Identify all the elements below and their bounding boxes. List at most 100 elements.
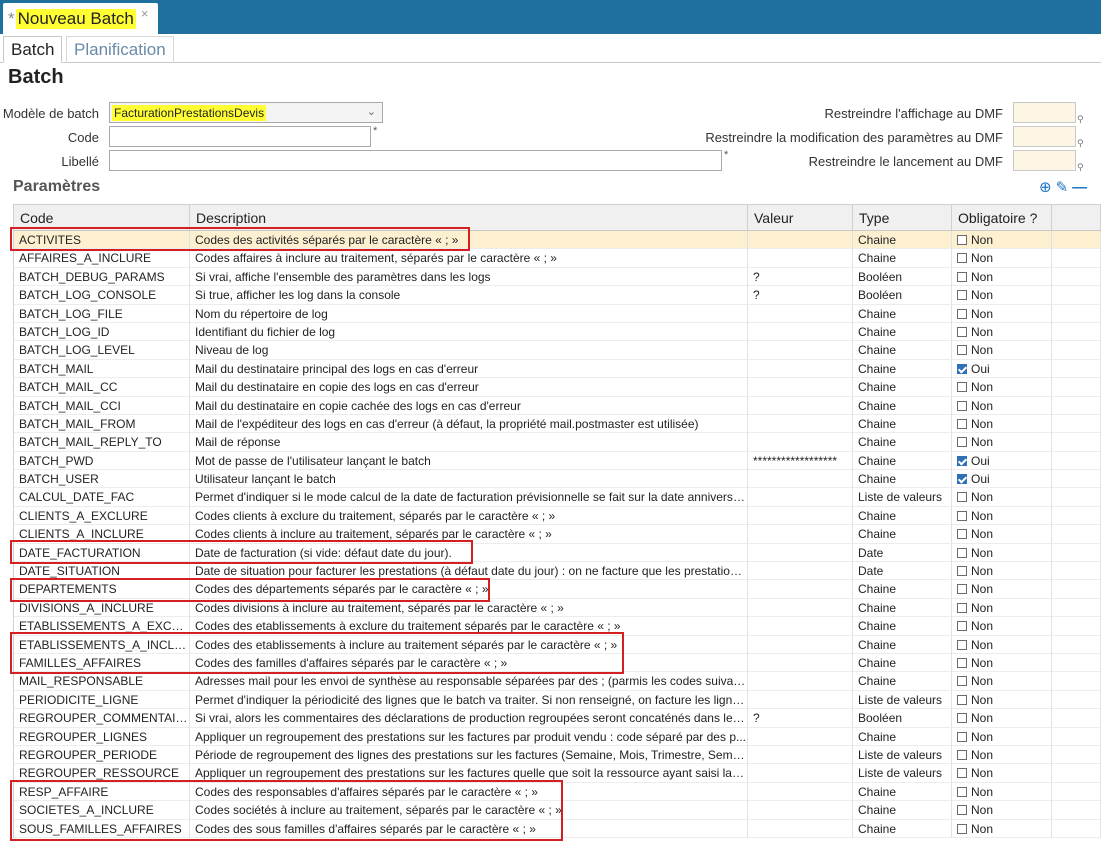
obligatoire-checkbox[interactable] <box>957 418 967 429</box>
table-row[interactable]: BATCH_DEBUG_PARAMS Si vrai, affiche l'ens… <box>14 267 1101 287</box>
row-value[interactable]: ? <box>748 709 853 728</box>
row-value[interactable]: ? <box>748 267 853 286</box>
obligatoire-checkbox[interactable] <box>957 749 967 760</box>
row-value[interactable] <box>748 359 853 378</box>
obligatoire-checkbox[interactable] <box>957 823 967 834</box>
row-value[interactable] <box>748 801 853 820</box>
table-row[interactable]: CLIENTS_A_EXCLURE Codes clients à exclure… <box>14 506 1101 526</box>
libelle-input[interactable] <box>109 150 722 171</box>
row-value[interactable] <box>748 653 853 672</box>
obligatoire-checkbox[interactable] <box>957 694 967 705</box>
row-value[interactable] <box>748 598 853 617</box>
obligatoire-checkbox[interactable] <box>957 529 967 540</box>
obligatoire-checkbox[interactable] <box>957 713 967 724</box>
row-value[interactable] <box>748 322 853 341</box>
row-value[interactable] <box>748 249 853 268</box>
row-value[interactable] <box>748 819 853 838</box>
dmf-modification-input[interactable] <box>1013 126 1076 147</box>
row-value[interactable] <box>748 396 853 415</box>
table-row[interactable]: BATCH_USER Utilisateur lançant le batch Ch… <box>14 470 1101 489</box>
row-value[interactable] <box>748 488 853 507</box>
col-header-type[interactable]: Type <box>853 205 952 230</box>
row-value[interactable]: ? <box>748 286 853 305</box>
table-row[interactable]: BATCH_MAIL_FROM Mail de l'expéditeur des … <box>14 414 1101 434</box>
plus-circle-icon[interactable]: ⊕ <box>1039 179 1052 196</box>
row-value[interactable] <box>748 764 853 783</box>
row-value[interactable] <box>748 414 853 433</box>
obligatoire-checkbox[interactable] <box>957 566 967 577</box>
obligatoire-checkbox[interactable] <box>957 290 967 301</box>
obligatoire-checkbox[interactable] <box>957 657 967 668</box>
table-row[interactable]: BATCH_LOG_LEVEL Niveau de log Chaine Non <box>14 341 1101 360</box>
obligatoire-checkbox[interactable] <box>957 474 967 485</box>
table-row[interactable]: BATCH_LOG_CONSOLE Si true, afficher les l… <box>14 286 1101 305</box>
table-row[interactable]: BATCH_MAIL_REPLY_TO Mail de réponse Chaine… <box>14 433 1101 452</box>
table-row[interactable]: PERIODICITE_LIGNE Permet d'indiquer la pé… <box>14 690 1101 710</box>
row-value[interactable] <box>748 782 853 801</box>
obligatoire-checkbox[interactable] <box>957 768 967 779</box>
obligatoire-checkbox[interactable] <box>957 326 967 337</box>
obligatoire-checkbox[interactable] <box>957 455 967 466</box>
row-value[interactable] <box>748 727 853 746</box>
obligatoire-checkbox[interactable] <box>957 547 967 558</box>
row-value[interactable] <box>748 617 853 636</box>
tab-batch[interactable]: Batch <box>3 36 63 63</box>
obligatoire-checkbox[interactable] <box>957 308 967 319</box>
row-value[interactable] <box>748 304 853 323</box>
pencil-icon[interactable]: ✎ <box>1056 179 1069 196</box>
row-value[interactable] <box>748 433 853 452</box>
table-row[interactable]: BATCH_MAIL_CC Mail du destinataire en cop… <box>14 378 1101 397</box>
table-row[interactable]: BATCH_LOG_ID Identifiant du fichier de lo… <box>14 322 1101 342</box>
code-input[interactable] <box>109 126 371 147</box>
modele-select[interactable]: FacturationPrestationsDevis ⌄ <box>109 102 383 123</box>
col-header-valeur[interactable]: Valeur <box>748 205 853 230</box>
small-dot-icon[interactable]: ⚲ <box>1077 114 1084 125</box>
row-value[interactable] <box>748 231 853 249</box>
table-row[interactable]: BATCH_MAIL_CCI Mail du destinataire en co… <box>14 396 1101 415</box>
obligatoire-checkbox[interactable] <box>957 253 967 264</box>
table-row[interactable]: REGROUPER_PERIODE Période de regroupement… <box>14 745 1101 765</box>
tab-planification[interactable]: Planification <box>66 36 174 63</box>
dmf-affichage-input[interactable] <box>1013 102 1076 123</box>
obligatoire-checkbox[interactable] <box>957 602 967 613</box>
obligatoire-checkbox[interactable] <box>957 345 967 356</box>
document-tab-nouveau-batch[interactable]: * Nouveau Batch × <box>3 3 159 34</box>
row-value[interactable] <box>748 543 853 562</box>
obligatoire-checkbox[interactable] <box>957 382 967 393</box>
table-row[interactable]: CALCUL_DATE_FAC Permet d'indiquer si le m… <box>14 488 1101 507</box>
obligatoire-checkbox[interactable] <box>957 437 967 448</box>
obligatoire-checkbox[interactable] <box>957 492 967 503</box>
row-value[interactable] <box>748 562 853 581</box>
small-dot-icon[interactable]: ⚲ <box>1077 162 1084 173</box>
obligatoire-checkbox[interactable] <box>957 621 967 632</box>
obligatoire-checkbox[interactable] <box>957 786 967 797</box>
obligatoire-checkbox[interactable] <box>957 363 967 374</box>
col-header-obligatoire[interactable]: Obligatoire ? <box>952 205 1052 230</box>
obligatoire-checkbox[interactable] <box>957 510 967 521</box>
row-value[interactable] <box>748 341 853 360</box>
obligatoire-checkbox[interactable] <box>957 235 967 245</box>
obligatoire-checkbox[interactable] <box>957 731 967 742</box>
row-value[interactable] <box>748 470 853 489</box>
row-value[interactable] <box>748 672 853 691</box>
row-value[interactable]: ****************** <box>748 451 853 470</box>
row-value[interactable] <box>748 690 853 709</box>
obligatoire-checkbox[interactable] <box>957 400 967 411</box>
table-row[interactable]: REGROUPER_COMMENTAIRE Si vrai, alors les … <box>14 709 1101 728</box>
table-row[interactable]: BATCH_LOG_FILE Nom du répertoire de log Ch… <box>14 304 1101 323</box>
row-value[interactable] <box>748 378 853 397</box>
obligatoire-checkbox[interactable] <box>957 639 967 650</box>
table-row[interactable]: BATCH_PWD Mot de passe de l'utilisateur l… <box>14 451 1101 471</box>
row-value[interactable] <box>748 635 853 654</box>
row-value[interactable] <box>748 525 853 544</box>
minus-icon[interactable]: — <box>1072 179 1087 196</box>
table-row[interactable]: MAIL_RESPONSABLE Adresses mail pour les e… <box>14 672 1101 691</box>
table-row[interactable]: REGROUPER_LIGNES Appliquer un regroupemen… <box>14 727 1101 746</box>
obligatoire-checkbox[interactable] <box>957 805 967 816</box>
small-dot-icon[interactable]: ⚲ <box>1077 138 1084 149</box>
table-row[interactable]: BATCH_MAIL Mail du destinataire principal… <box>14 359 1101 379</box>
close-tab-icon[interactable]: × <box>141 6 149 21</box>
obligatoire-checkbox[interactable] <box>957 271 967 282</box>
obligatoire-checkbox[interactable] <box>957 584 967 595</box>
row-value[interactable] <box>748 506 853 525</box>
